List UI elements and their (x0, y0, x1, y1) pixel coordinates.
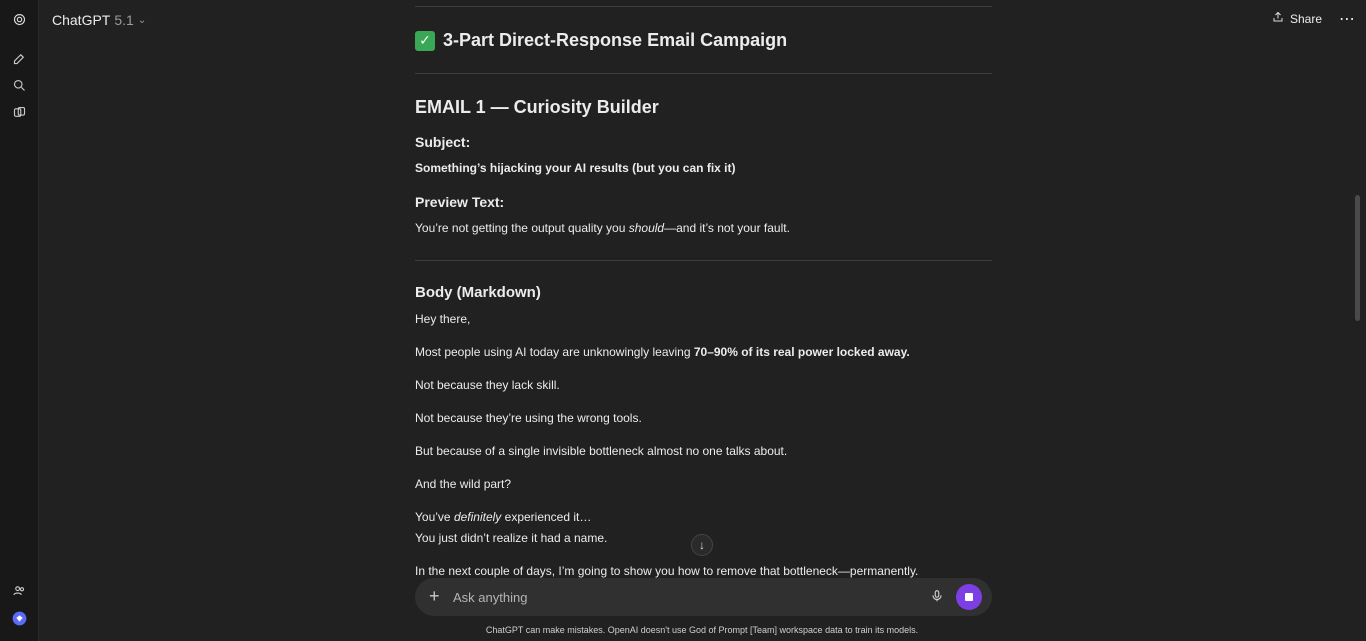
body-text: experienced it… (501, 510, 592, 524)
body-paragraph: Not because they lack skill. (415, 378, 560, 392)
scroll-down-button[interactable]: ↓ (691, 534, 713, 556)
sidebar (0, 0, 39, 641)
body-paragraph: But because of a single invisible bottle… (415, 444, 788, 458)
share-label: Share (1290, 11, 1323, 26)
campaign-title: 3-Part Direct-Response Email Campaign (443, 30, 788, 50)
more-options-button[interactable]: ⋯ (1339, 9, 1356, 29)
share-icon (1272, 11, 1284, 26)
stop-icon (965, 593, 973, 601)
scrollbar-thumb[interactable] (1355, 195, 1360, 321)
body-text: Most people using AI today are unknowing… (415, 345, 694, 359)
arrow-down-icon: ↓ (699, 538, 705, 552)
check-mark-icon: ✓ (415, 30, 435, 51)
body-paragraph: And the wild part? (415, 477, 512, 491)
subject-label: Subject: (415, 134, 471, 150)
campaign-heading: ✓ 3-Part Direct-Response Email Campaign (415, 30, 787, 51)
divider (415, 73, 992, 74)
body-paragraph: In the next couple of days, I’m going to… (415, 564, 919, 578)
body-bold-text: 70–90% of its real power locked away. (693, 345, 910, 359)
body-paragraph: You just didn’t realize it had a name. (415, 531, 608, 545)
openai-logo-icon[interactable] (11, 11, 28, 28)
prompt-input[interactable] (453, 587, 913, 607)
preview-text-emphasis: should (628, 221, 665, 235)
share-button[interactable]: Share (1272, 11, 1322, 26)
body-text: You’ve (415, 510, 454, 524)
subject-text: Something’s hijacking your AI results (b… (415, 161, 736, 175)
plus-icon[interactable]: + (429, 587, 440, 605)
new-chat-icon[interactable] (11, 50, 28, 67)
preview-label: Preview Text: (415, 194, 505, 210)
model-selector[interactable]: ChatGPT 5.1 ⌄ (52, 12, 146, 28)
search-icon[interactable] (11, 77, 28, 94)
model-version-label: 5.1 (114, 12, 134, 28)
composer: + (415, 578, 992, 616)
stop-button[interactable] (956, 584, 982, 610)
body-emphasis: definitely (453, 510, 502, 524)
body-heading: Body (Markdown) (415, 284, 541, 301)
library-icon[interactable] (11, 104, 28, 121)
model-name-label: ChatGPT (52, 12, 111, 28)
preview-text: You’re not getting the output quality yo… (415, 221, 790, 235)
team-icon[interactable] (11, 582, 28, 599)
assistant-message: ✓ 3-Part Direct-Response Email Campaign … (415, 0, 992, 580)
divider (415, 6, 992, 7)
mic-icon[interactable] (930, 588, 944, 609)
email-title: EMAIL 1 — Curiosity Builder (415, 97, 659, 117)
preview-text-part: You’re not getting the output quality yo… (415, 221, 629, 235)
body-paragraph: Not because they’re using the wrong tool… (415, 411, 642, 425)
disclaimer: ChatGPT can make mistakes. OpenAI doesn'… (485, 625, 919, 635)
body-paragraph: Hey there, (415, 312, 471, 326)
chevron-down-icon: ⌄ (137, 14, 147, 26)
body-paragraph: You’ve definitely experienced it… (415, 510, 591, 524)
body-paragraph: Most people using AI today are unknowing… (415, 345, 910, 359)
preview-text-part: —and it’s not your fault. (664, 221, 790, 235)
divider (415, 260, 992, 261)
